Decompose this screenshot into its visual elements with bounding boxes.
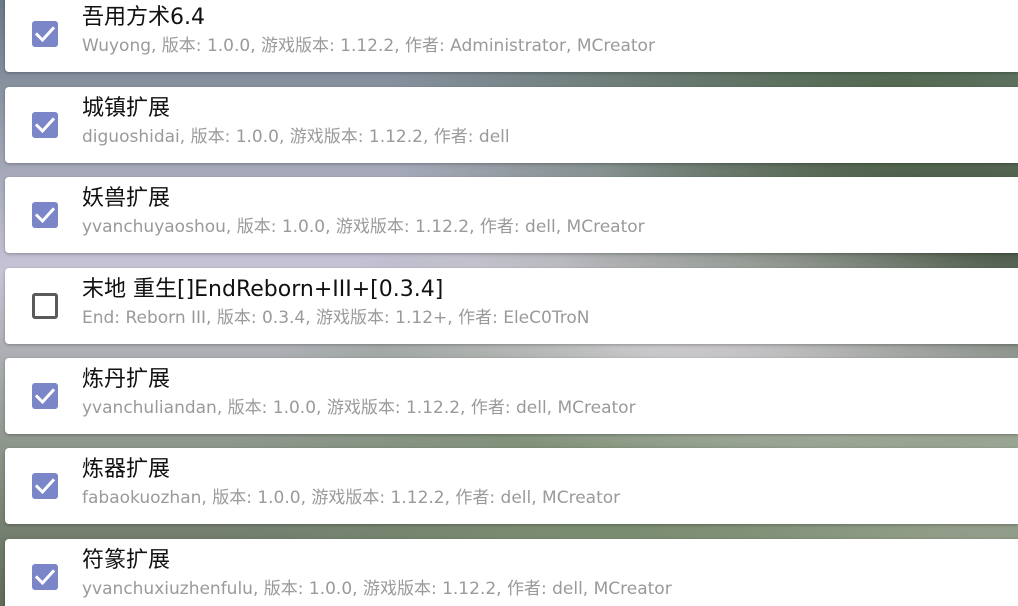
checkmark-icon [34,207,56,224]
mod-meta: End: Reborn III, 版本: 0.3.4, 游戏版本: 1.12+,… [82,308,590,328]
mod-item[interactable]: 妖兽扩展 yvanchuyaoshou, 版本: 1.0.0, 游戏版本: 1.… [5,177,1018,253]
mod-title: 吾用方术6.4 [82,5,205,30]
mod-item[interactable]: 城镇扩展 diguoshidai, 版本: 1.0.0, 游戏版本: 1.12.… [5,87,1018,163]
mod-meta: yvanchuxiuzhenfulu, 版本: 1.0.0, 游戏版本: 1.1… [82,579,672,599]
mod-title: 妖兽扩展 [82,186,171,211]
mod-enabled-checkbox[interactable] [32,202,58,228]
mod-enabled-checkbox[interactable] [32,383,58,409]
checkmark-icon [34,478,56,495]
mod-title: 城镇扩展 [82,96,171,121]
mod-meta: Wuyong, 版本: 1.0.0, 游戏版本: 1.12.2, 作者: Adm… [82,36,655,56]
mod-enabled-checkbox[interactable] [32,473,58,499]
mod-enabled-checkbox[interactable] [32,21,58,47]
mod-item[interactable]: 符篆扩展 yvanchuxiuzhenfulu, 版本: 1.0.0, 游戏版本… [5,539,1018,606]
mod-title: 炼器扩展 [82,457,171,482]
mod-meta: diguoshidai, 版本: 1.0.0, 游戏版本: 1.12.2, 作者… [82,127,510,147]
mod-item[interactable]: 炼器扩展 fabaokuozhan, 版本: 1.0.0, 游戏版本: 1.12… [5,448,1018,524]
mod-title: 末地 重生[]EndReborn+III+[0.3.4] [82,277,444,302]
mod-item[interactable]: 末地 重生[]EndReborn+III+[0.3.4] End: Reborn… [5,268,1018,344]
mod-enabled-checkbox[interactable] [32,564,58,590]
mod-meta: fabaokuozhan, 版本: 1.0.0, 游戏版本: 1.12.2, 作… [82,488,621,508]
mod-title: 符篆扩展 [82,548,171,573]
mod-enabled-checkbox[interactable] [32,112,58,138]
mod-meta: yvanchuliandan, 版本: 1.0.0, 游戏版本: 1.12.2,… [82,398,636,418]
mod-meta: yvanchuyaoshou, 版本: 1.0.0, 游戏版本: 1.12.2,… [82,217,645,237]
checkmark-icon [34,388,56,405]
checkmark-icon [34,117,56,134]
checkmark-icon [34,569,56,586]
mod-item[interactable]: 炼丹扩展 yvanchuliandan, 版本: 1.0.0, 游戏版本: 1.… [5,358,1018,434]
mod-enabled-checkbox[interactable] [32,293,58,319]
mod-item[interactable]: 吾用方术6.4 Wuyong, 版本: 1.0.0, 游戏版本: 1.12.2,… [5,0,1018,72]
checkmark-icon [34,26,56,43]
mod-title: 炼丹扩展 [82,367,171,392]
